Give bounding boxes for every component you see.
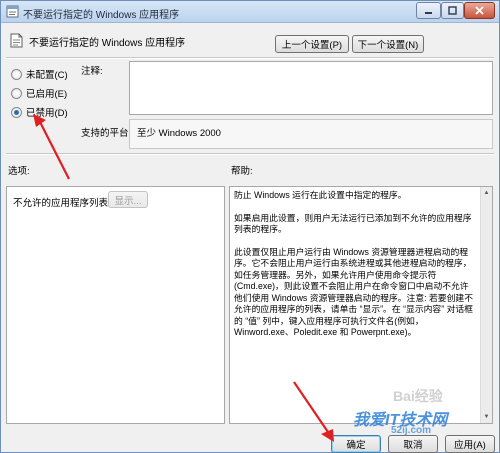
help-scrollbar[interactable]: ▲ ▼ bbox=[480, 187, 492, 423]
scroll-up-icon[interactable]: ▲ bbox=[481, 187, 492, 199]
policy-title: 不要运行指定的 Windows 应用程序 bbox=[29, 38, 186, 49]
ok-button[interactable]: 确定 bbox=[331, 435, 381, 453]
maximize-icon bbox=[448, 6, 457, 15]
radio-button[interactable] bbox=[11, 87, 22, 99]
apply-button[interactable]: 应用(A) bbox=[445, 435, 495, 453]
radio-disabled[interactable]: 已禁用(D) bbox=[11, 105, 68, 119]
maximize-button[interactable] bbox=[441, 2, 464, 19]
close-button[interactable] bbox=[464, 2, 495, 19]
show-button[interactable]: 显示... bbox=[108, 191, 148, 208]
close-icon bbox=[475, 6, 484, 15]
options-panel: 不允许的应用程序列表 显示... bbox=[6, 186, 225, 424]
scroll-down-icon[interactable]: ▼ bbox=[481, 411, 492, 423]
policy-app-icon bbox=[6, 5, 19, 18]
middle-divider bbox=[6, 153, 494, 155]
policy-dialog-window: 不要运行指定的 Windows 应用程序 不要运行指定的 Windows 应用程… bbox=[0, 0, 500, 453]
platform-value: 至少 Windows 2000 bbox=[137, 128, 221, 139]
help-paragraph: 防止 Windows 运行在此设置中指定的程序。 bbox=[234, 190, 407, 200]
radio-enabled[interactable]: 已启用(E) bbox=[11, 86, 67, 100]
comment-label: 注释: bbox=[81, 66, 103, 77]
disallowed-apps-label: 不允许的应用程序列表 bbox=[13, 198, 109, 209]
options-label: 选项: bbox=[8, 166, 30, 177]
radio-label: 未配置(C) bbox=[26, 70, 68, 81]
arrow-to-disabled-option bbox=[38, 119, 70, 180]
help-panel: 防止 Windows 运行在此设置中指定的程序。 如果启用此设置，则用户无法运行… bbox=[229, 186, 493, 424]
header-divider bbox=[6, 57, 494, 59]
dialog-header: 不要运行指定的 Windows 应用程序 上一个设置(P) 下一个设置(N) bbox=[1, 23, 499, 57]
help-paragraph: 此设置仅阻止用户运行由 Windows 资源管理器进程启动的程序。它不会阻止用户… bbox=[234, 246, 473, 338]
supported-platform-box: 至少 Windows 2000 bbox=[129, 119, 493, 149]
radio-button-selected[interactable] bbox=[11, 106, 22, 118]
next-setting-button[interactable]: 下一个设置(N) bbox=[352, 35, 424, 53]
window-title: 不要运行指定的 Windows 应用程序 bbox=[23, 10, 180, 21]
radio-button[interactable] bbox=[11, 68, 22, 80]
minimize-icon bbox=[425, 12, 432, 14]
platform-label: 支持的平台: bbox=[81, 128, 132, 139]
title-bar[interactable]: 不要运行指定的 Windows 应用程序 bbox=[1, 1, 499, 23]
cancel-button[interactable]: 取消 bbox=[388, 435, 438, 453]
help-label: 帮助: bbox=[231, 166, 253, 177]
comment-textarea[interactable] bbox=[129, 61, 493, 115]
prev-setting-button[interactable]: 上一个设置(P) bbox=[275, 35, 349, 53]
help-paragraph: 如果启用此设置，则用户无法运行已添加到不允许的应用程序列表的程序。 bbox=[234, 212, 472, 235]
radio-not-configured[interactable]: 未配置(C) bbox=[11, 67, 68, 81]
setting-page-icon bbox=[10, 33, 23, 48]
radio-label: 已启用(E) bbox=[26, 89, 68, 100]
help-text: 防止 Windows 运行在此设置中指定的程序。 如果启用此设置，则用户无法运行… bbox=[230, 187, 492, 353]
minimize-button[interactable] bbox=[416, 2, 441, 19]
radio-label: 已禁用(D) bbox=[26, 108, 68, 119]
